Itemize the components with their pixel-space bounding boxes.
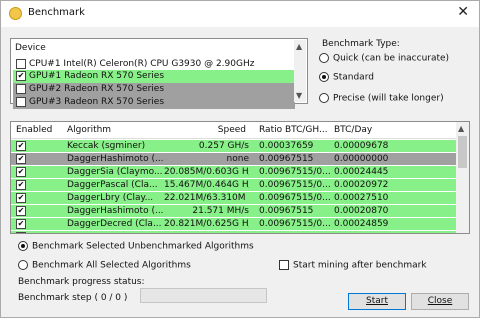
enabled-checkbox[interactable]: ✔ (16, 193, 26, 203)
cell-ratio: 0.00967515/0... (259, 219, 331, 229)
cell-ratio: 0.00967515/0... (259, 193, 331, 203)
scroll-up-icon[interactable]: ▲ (458, 124, 464, 133)
radio-benchmark-unbenchmarked[interactable]: Benchmark Selected Unbenchmarked Algorit… (18, 241, 254, 252)
algorithm-table[interactable]: Enabled Algorithm Speed Ratio BTC/GH... … (10, 121, 470, 234)
cell-speed: none (226, 154, 249, 164)
col-btc-day[interactable]: BTC/Day (334, 125, 372, 135)
radio-dot[interactable] (18, 241, 28, 251)
algorithm-scrollbar[interactable]: ▲ (456, 122, 469, 233)
radio-benchmark-all[interactable]: Benchmark All Selected Algorithms (18, 260, 191, 271)
benchmark-type-group: Benchmark Type: Quick (can be inaccurate… (313, 39, 471, 113)
close-button[interactable]: Close (411, 293, 469, 310)
cell-speed: 22.021M/63.310M H... (164, 193, 249, 203)
cell-btc-day: 0.00024859 (334, 219, 389, 229)
cell-ratio: 0.00967515 (259, 206, 314, 216)
algorithm-table-header: Enabled Algorithm Speed Ratio BTC/GH... … (11, 122, 457, 139)
title-bar: Benchmark ✕ (1, 1, 479, 27)
device-checkbox[interactable] (16, 59, 26, 69)
scroll-thumb[interactable] (458, 136, 467, 168)
device-label: CPU#1 Intel(R) Celeron(R) CPU G3930 @ 2.… (29, 59, 255, 69)
start-mining-checkbox[interactable]: Start mining after benchmark (279, 260, 427, 271)
cell-ratio: 0.00967515 (259, 154, 314, 164)
device-checkbox[interactable] (16, 97, 26, 107)
col-algorithm[interactable]: Algorithm (67, 125, 111, 135)
device-label: GPU#2 Radeon RX 570 Series (29, 84, 165, 94)
start-mining-label: Start mining after benchmark (293, 260, 427, 271)
col-enabled[interactable]: Enabled (16, 125, 52, 135)
device-checkbox[interactable]: ✔ (16, 71, 26, 81)
cell-btc-day: 0.00024445 (334, 167, 389, 177)
cell-ratio: 0.00967515/0... (259, 180, 331, 190)
benchmark-window: Benchmark ✕ Device CPU#1 Intel(R) Celero… (0, 0, 480, 318)
table-row[interactable]: ✔DaggerSia (Claymo...20.085M/0.603G H/..… (11, 166, 457, 178)
radio-dot[interactable] (319, 53, 329, 63)
cell-speed: 20.085M/0.603G H/... (164, 167, 249, 177)
scroll-up-icon[interactable]: ▲ (296, 42, 302, 51)
device-item[interactable]: ✔ GPU#1 Radeon RX 570 Series (13, 70, 295, 83)
enabled-checkbox[interactable]: ✔ (16, 141, 26, 151)
device-label: GPU#1 Radeon RX 570 Series (29, 71, 165, 81)
close-button-label: Close (427, 296, 453, 306)
cell-speed: 15.467M/0.464G H/... (164, 180, 249, 190)
col-ratio[interactable]: Ratio BTC/GH... (259, 125, 328, 135)
cell-speed: 0.257 GH/s (198, 141, 249, 151)
cell-speed: 21.571 MH/s (192, 206, 249, 216)
radio-dot[interactable] (319, 72, 329, 82)
device-item[interactable]: GPU#2 Radeon RX 570 Series (13, 83, 295, 96)
start-button-label: Start (366, 296, 388, 306)
radio-quick[interactable]: Quick (can be inaccurate) (319, 53, 449, 64)
cell-ratio: 0.00967515/0... (259, 167, 331, 177)
cell-btc-day: 0.00009678 (334, 141, 389, 151)
device-list[interactable]: Device CPU#1 Intel(R) Celeron(R) CPU G39… (10, 38, 308, 109)
table-row[interactable]: ✔ Keccak (sgminer) 0.257 GH/s 0.00037659 0.0… (11, 140, 457, 152)
scroll-down-icon[interactable]: ▼ (296, 91, 302, 100)
device-header: Device (15, 43, 46, 53)
col-speed[interactable]: Speed (214, 125, 246, 135)
benchmark-step-label: Benchmark step ( 0 / 0 ) (18, 293, 128, 303)
cell-ratio: 0.00037659 (259, 141, 314, 151)
device-item[interactable]: GPU#3 Radeon RX 570 Series (13, 96, 295, 109)
enabled-checkbox[interactable]: ✔ (16, 206, 26, 216)
cell-btc-day: 0.00020972 (334, 180, 389, 190)
progress-status-label: Benchmark progress status: (18, 277, 145, 287)
device-checkbox[interactable] (16, 84, 26, 94)
table-row[interactable]: ✔ (11, 231, 457, 233)
enabled-checkbox[interactable]: ✔ (16, 219, 26, 229)
table-row[interactable]: ✔ DaggerHashimoto (... 21.571 MH/s 0.009675… (11, 205, 457, 217)
radio-dot[interactable] (319, 93, 329, 103)
radio-dot[interactable] (18, 260, 28, 270)
cell-btc-day: 0.00020870 (334, 206, 389, 216)
radio-standard[interactable]: Standard (319, 72, 374, 83)
table-row[interactable]: ✔DaggerPascal (Cla...15.467M/0.464G H/..… (11, 179, 457, 191)
start-button[interactable]: Start (348, 293, 406, 310)
table-row[interactable]: ✔DaggerDecred (Cla...20.821M/0.625G H/..… (11, 218, 457, 230)
radio-label: Standard (333, 72, 374, 83)
benchmark-type-label: Benchmark Type: (320, 39, 402, 49)
radio-label: Quick (can be inaccurate) (333, 53, 450, 64)
table-row[interactable]: ✔ DaggerHashimoto (... none 0.00967515 0.000… (11, 153, 457, 165)
cell-btc-day: 0.00000000 (334, 154, 389, 164)
radio-label: Benchmark Selected Unbenchmarked Algorit… (32, 241, 254, 252)
close-icon[interactable]: ✕ (457, 4, 469, 20)
cell-btc-day: 0.00027510 (334, 193, 389, 203)
checkbox-box[interactable] (279, 260, 289, 270)
device-label: GPU#3 Radeon RX 570 Series (29, 97, 165, 107)
table-row[interactable]: ✔DaggerLbry (Clay...22.021M/63.310M H...… (11, 192, 457, 204)
enabled-checkbox[interactable]: ✔ (16, 154, 26, 164)
radio-precise[interactable]: Precise (will take longer) (319, 93, 444, 104)
progress-bar (140, 288, 267, 303)
device-scrollbar[interactable]: ▲ ▼ (294, 40, 306, 102)
enabled-checkbox[interactable]: ✔ (16, 180, 26, 190)
radio-label: Benchmark All Selected Algorithms (32, 260, 191, 271)
enabled-checkbox[interactable]: ✔ (16, 167, 26, 177)
cell-speed: 20.821M/0.625G H/... (164, 219, 249, 229)
app-icon (9, 7, 22, 20)
radio-label: Precise (will take longer) (333, 93, 444, 104)
enabled-checkbox[interactable]: ✔ (16, 232, 26, 233)
window-title: Benchmark (28, 7, 85, 18)
